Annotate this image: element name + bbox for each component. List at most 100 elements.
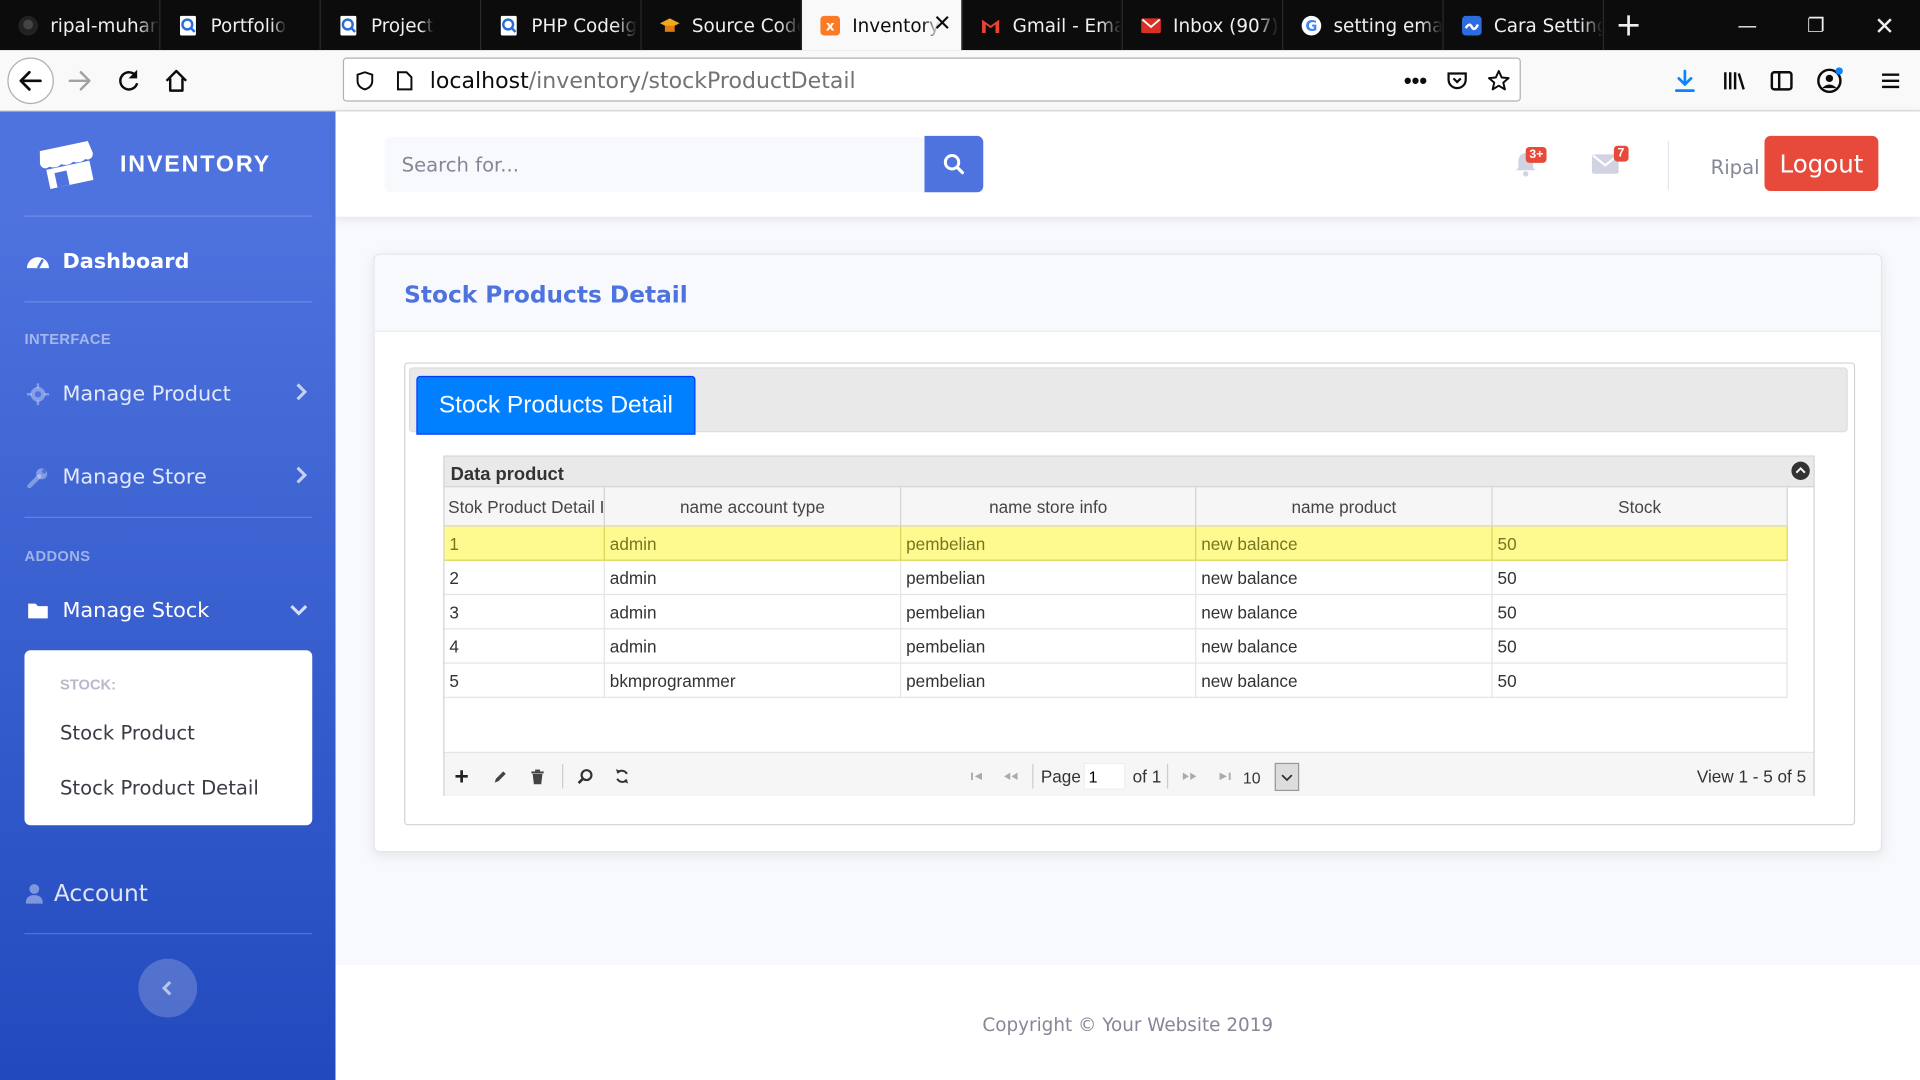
home-button[interactable] bbox=[156, 60, 198, 102]
refresh-grid-icon[interactable] bbox=[611, 765, 633, 787]
tabs-container: Stock Products Detail Data product Stok … bbox=[404, 362, 1856, 826]
edit-row-icon[interactable] bbox=[489, 765, 511, 787]
topbar-divider bbox=[1667, 140, 1669, 190]
alerts-button[interactable]: 3+ bbox=[1513, 146, 1548, 184]
page-info-icon[interactable] bbox=[391, 67, 418, 94]
table-cell: pembelian bbox=[901, 560, 1197, 596]
table-cell: new balance bbox=[1196, 595, 1493, 630]
last-page-icon[interactable] bbox=[1213, 765, 1235, 787]
browser-tab-php[interactable]: PHP Codeig bbox=[481, 0, 642, 51]
table-cell: 1 bbox=[444, 526, 605, 561]
account-icon[interactable] bbox=[1815, 66, 1844, 95]
table-row[interactable]: 1 admin pembelian new balance 50 bbox=[444, 526, 1788, 561]
table-row[interactable]: 5 bkmprogrammer pembelian new balance 50 bbox=[444, 663, 1788, 698]
sidebar-toggle-button[interactable] bbox=[138, 958, 198, 1018]
tachometer-icon bbox=[24, 249, 51, 276]
messages-button[interactable]: 7 bbox=[1591, 145, 1629, 180]
table-cell: pembelian bbox=[901, 663, 1197, 698]
chevron-left-icon bbox=[161, 980, 172, 996]
browser-tab-cara-setting[interactable]: Cara Setting bbox=[1444, 0, 1605, 51]
browser-tab-portfolio[interactable]: Portfolio bbox=[160, 0, 321, 51]
address-bar[interactable]: localhost/inventory/stockProductDetail •… bbox=[342, 57, 1521, 102]
browser-tab-github[interactable]: ripal-muhan bbox=[0, 0, 161, 51]
shield-icon[interactable] bbox=[351, 67, 378, 94]
page-count-label: of 1 bbox=[1132, 766, 1162, 787]
sidebar-heading-interface: INTERFACE bbox=[24, 330, 112, 348]
menu-icon[interactable] bbox=[1876, 66, 1905, 95]
sidebar-divider bbox=[24, 933, 313, 935]
chevron-right-icon bbox=[294, 465, 309, 491]
table-row[interactable]: 3 admin pembelian new balance 50 bbox=[444, 595, 1788, 630]
arrow-right-icon bbox=[68, 71, 91, 91]
logout-button[interactable]: Logout bbox=[1764, 135, 1879, 192]
tab-label: Portfolio bbox=[210, 14, 287, 37]
url-text[interactable]: localhost/inventory/stockProductDetail bbox=[430, 69, 856, 95]
sidebar-brand[interactable]: INVENTORY bbox=[0, 111, 336, 215]
bookmark-star-icon[interactable] bbox=[1485, 67, 1512, 94]
column-header[interactable]: Stock bbox=[1493, 487, 1788, 527]
footer: Copyright © Your Website 2019 bbox=[335, 964, 1920, 1080]
alerts-badge: 3+ bbox=[1525, 146, 1548, 163]
sidebar-toggle-icon[interactable] bbox=[1767, 66, 1796, 95]
table-cell: new balance bbox=[1196, 663, 1493, 698]
browser-tab-inventory[interactable]: x Inventory ✕ bbox=[802, 0, 963, 51]
close-window-button[interactable]: ✕ bbox=[1851, 0, 1917, 50]
column-header[interactable]: name store info bbox=[901, 487, 1197, 527]
next-page-icon[interactable] bbox=[1179, 765, 1201, 787]
column-header[interactable]: name account type bbox=[605, 487, 902, 527]
submenu-item-stock-product-detail[interactable]: Stock Product Detail bbox=[60, 776, 259, 799]
browser-tab-source-code[interactable]: Source Code bbox=[642, 0, 803, 51]
table-cell: admin bbox=[605, 560, 902, 596]
search-input[interactable] bbox=[384, 137, 925, 193]
sidebar-item-account[interactable]: Account bbox=[24, 876, 318, 913]
column-header[interactable]: Stok Product Detail II bbox=[444, 487, 605, 527]
table-cell: 4 bbox=[444, 629, 605, 664]
back-button[interactable] bbox=[7, 57, 54, 105]
tabs-nav: Stock Products Detail bbox=[408, 367, 1848, 435]
user-name[interactable]: Ripal bbox=[1711, 156, 1760, 179]
search-grid-icon[interactable] bbox=[574, 765, 596, 787]
sidebar-item-manage-stock[interactable]: Manage Stock bbox=[24, 593, 318, 630]
pocket-icon[interactable] bbox=[1444, 67, 1471, 94]
browser-tab-gmail[interactable]: Gmail - Ema bbox=[962, 0, 1123, 51]
add-row-icon[interactable] bbox=[451, 765, 473, 787]
new-tab-button[interactable]: + bbox=[1604, 0, 1653, 50]
close-tab-icon[interactable]: ✕ bbox=[933, 11, 951, 37]
browser-tab-project[interactable]: Project bbox=[321, 0, 482, 51]
collapse-grid-icon[interactable] bbox=[1791, 461, 1810, 481]
arrow-left-icon bbox=[19, 70, 42, 91]
sidebar-item-manage-product[interactable]: Manage Product bbox=[24, 376, 318, 413]
browser-tab-inbox[interactable]: Inbox (907) bbox=[1123, 0, 1284, 51]
github-icon bbox=[17, 14, 39, 36]
page-actions-icon[interactable]: ••• bbox=[1402, 67, 1429, 94]
reload-icon bbox=[119, 69, 139, 91]
sidebar-item-dashboard[interactable]: Dashboard bbox=[24, 244, 318, 281]
minimize-button[interactable]: — bbox=[1714, 0, 1780, 50]
table-cell: pembelian bbox=[901, 629, 1197, 664]
restore-button[interactable]: ❐ bbox=[1783, 0, 1849, 50]
sidebar-divider bbox=[24, 215, 313, 217]
first-page-icon[interactable] bbox=[966, 765, 988, 787]
rows-per-page-select[interactable]: 10 bbox=[1243, 762, 1300, 792]
table-cell: admin bbox=[605, 526, 902, 561]
page-icon bbox=[338, 14, 360, 36]
chevron-down-icon[interactable] bbox=[1274, 762, 1300, 792]
download-icon[interactable] bbox=[1670, 66, 1699, 95]
table-cell: bkmprogrammer bbox=[605, 663, 902, 698]
table-row[interactable]: 4 admin pembelian new balance 50 bbox=[444, 629, 1788, 664]
browser-tab-google[interactable]: G setting emai bbox=[1283, 0, 1444, 51]
submenu-item-stock-product[interactable]: Stock Product bbox=[60, 721, 195, 744]
page-number-input[interactable] bbox=[1083, 762, 1126, 790]
delete-row-icon[interactable] bbox=[527, 765, 549, 787]
table-row[interactable]: 2 admin pembelian new balance 50 bbox=[444, 560, 1788, 596]
column-header[interactable]: name product bbox=[1196, 487, 1493, 527]
table-cell: 50 bbox=[1493, 560, 1788, 596]
pager-separator bbox=[562, 764, 564, 789]
reload-button[interactable] bbox=[108, 60, 150, 102]
prev-page-icon[interactable] bbox=[999, 765, 1021, 787]
sidebar-item-manage-store[interactable]: Manage Store bbox=[24, 459, 318, 496]
library-icon[interactable] bbox=[1719, 66, 1748, 95]
tab-stock-products-detail[interactable]: Stock Products Detail bbox=[416, 375, 696, 435]
forward-button[interactable] bbox=[59, 60, 101, 102]
search-button[interactable] bbox=[924, 135, 984, 193]
